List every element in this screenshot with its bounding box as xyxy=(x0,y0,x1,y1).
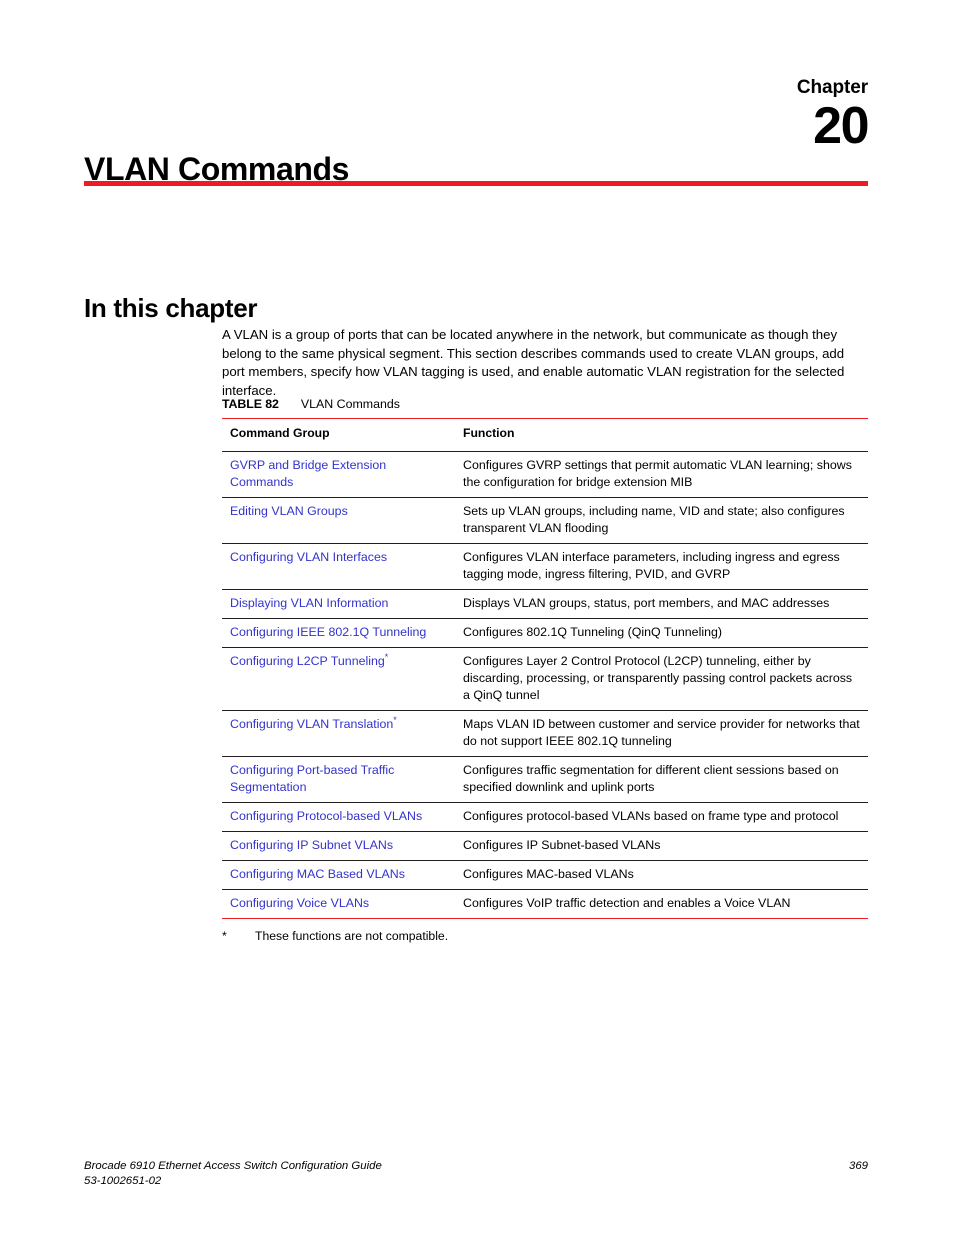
table-cell-command-group: GVRP and Bridge Extension Commands xyxy=(222,451,455,498)
command-group-link[interactable]: Configuring Port-based Traffic Segmentat… xyxy=(230,763,394,794)
table-row: Configuring Port-based Traffic Segmentat… xyxy=(222,756,868,803)
table-row: Configuring MAC Based VLANs Configures MA… xyxy=(222,860,868,890)
column-header-function: Function xyxy=(455,418,868,452)
header-red-rule xyxy=(84,181,868,186)
table-row: Configuring L2CP Tunneling* Configures La… xyxy=(222,647,868,711)
section-heading-in-this-chapter: In this chapter xyxy=(84,292,258,323)
table-row: Configuring Protocol-based VLANs Configur… xyxy=(222,802,868,832)
table-footnote: * These functions are not compatible. xyxy=(222,928,868,944)
table-label: TABLE 82 xyxy=(222,397,279,411)
table-row: Configuring VLAN Interfaces Configures VL… xyxy=(222,543,868,590)
table-cell-function: Configures protocol-based VLANs based on… xyxy=(455,802,868,832)
table-cell-command-group: Configuring VLAN Translation* xyxy=(222,710,455,757)
table-cell-function: Configures IP Subnet-based VLANs xyxy=(455,831,868,861)
table-cell-function: Configures VLAN interface parameters, in… xyxy=(455,543,868,590)
table-cell-function: Configures Layer 2 Control Protocol (L2C… xyxy=(455,647,868,711)
table-cell-function: Displays VLAN groups, status, port membe… xyxy=(455,589,868,619)
table-cell-command-group: Displaying VLAN Information xyxy=(222,589,455,619)
table-row: GVRP and Bridge Extension Commands Config… xyxy=(222,451,868,498)
footnote-reference-marker: * xyxy=(393,714,397,725)
table-cell-command-group: Configuring Protocol-based VLANs xyxy=(222,802,455,832)
table-cell-function: Configures 802.1Q Tunneling (QinQ Tunnel… xyxy=(455,618,868,648)
vlan-commands-table-block: TABLE 82 VLAN Commands Command Group Fun… xyxy=(222,396,868,944)
footer-doc-number: 53-1002651-02 xyxy=(84,1175,162,1187)
command-group-link[interactable]: Configuring MAC Based VLANs xyxy=(230,867,405,881)
intro-paragraph: A VLAN is a group of ports that can be l… xyxy=(222,327,845,398)
document-page: Chapter 20 VLAN Commands In this chapter… xyxy=(0,0,954,1235)
table-cell-function: Configures VoIP traffic detection and en… xyxy=(455,889,868,919)
table-row: Configuring IEEE 802.1Q Tunneling Configu… xyxy=(222,618,868,648)
table-header-row: Command Group Function xyxy=(222,418,868,452)
table-cell-function: Sets up VLAN groups, including name, VID… xyxy=(455,497,868,544)
command-group-link[interactable]: Displaying VLAN Information xyxy=(230,596,388,610)
chapter-word-label: Chapter xyxy=(796,77,868,98)
table-body: GVRP and Bridge Extension Commands Config… xyxy=(222,451,868,919)
table-cell-command-group: Configuring VLAN Interfaces xyxy=(222,543,455,590)
table-cell-command-group: Configuring IP Subnet VLANs xyxy=(222,831,455,861)
vlan-commands-table: Command Group Function GVRP and Bridge E… xyxy=(222,418,868,919)
table-row: Configuring Voice VLANs Configures VoIP t… xyxy=(222,889,868,919)
command-group-link[interactable]: Configuring VLAN Translation xyxy=(230,717,393,731)
table-cell-command-group: Configuring MAC Based VLANs xyxy=(222,860,455,890)
column-header-command-group: Command Group xyxy=(222,418,455,452)
command-group-link[interactable]: Configuring IEEE 802.1Q Tunneling xyxy=(230,625,426,639)
command-group-link[interactable]: Configuring IP Subnet VLANs xyxy=(230,838,393,852)
command-group-link[interactable]: Configuring Voice VLANs xyxy=(230,896,369,910)
table-cell-command-group: Configuring Voice VLANs xyxy=(222,889,455,919)
command-group-link[interactable]: Editing VLAN Groups xyxy=(230,504,348,518)
table-cell-function: Configures GVRP settings that permit aut… xyxy=(455,451,868,498)
command-group-link[interactable]: GVRP and Bridge Extension Commands xyxy=(230,458,386,489)
table-row: Configuring VLAN Translation* Maps VLAN I… xyxy=(222,710,868,757)
footer-page-number: 369 xyxy=(848,1160,868,1172)
command-group-link[interactable]: Configuring L2CP Tunneling xyxy=(230,654,385,668)
footnote-marker: * xyxy=(222,929,227,943)
table-cell-function: Maps VLAN ID between customer and servic… xyxy=(455,710,868,757)
footer-guide-title: Brocade 6910 Ethernet Access Switch Conf… xyxy=(84,1160,382,1172)
table-cell-command-group: Configuring L2CP Tunneling* xyxy=(222,647,455,711)
page-footer: Brocade 6910 Ethernet Access Switch Conf… xyxy=(84,1159,868,1189)
table-row: Configuring IP Subnet VLANs Configures IP… xyxy=(222,831,868,861)
table-cell-command-group: Configuring Port-based Traffic Segmentat… xyxy=(222,756,455,803)
command-group-link[interactable]: Configuring Protocol-based VLANs xyxy=(230,809,422,823)
footnote-reference-marker: * xyxy=(384,651,389,662)
command-group-link[interactable]: Configuring VLAN Interfaces xyxy=(230,550,387,564)
table-cell-command-group: Configuring IEEE 802.1Q Tunneling xyxy=(222,618,455,648)
table-cell-function: Configures MAC-based VLANs xyxy=(455,860,868,890)
table-cell-command-group: Editing VLAN Groups xyxy=(222,497,455,544)
chapter-header: Chapter 20 VLAN Commands xyxy=(84,77,869,188)
table-row: Editing VLAN Groups Sets up VLAN groups, … xyxy=(222,497,868,544)
chapter-number: 20 xyxy=(813,97,869,155)
footnote-text: These functions are not compatible. xyxy=(255,929,449,943)
table-cell-function: Configures traffic segmentation for diff… xyxy=(455,756,868,803)
table-title: VLAN Commands xyxy=(300,397,400,411)
table-caption: TABLE 82 VLAN Commands xyxy=(222,396,868,412)
table-row: Displaying VLAN Information Displays VLAN… xyxy=(222,589,868,619)
